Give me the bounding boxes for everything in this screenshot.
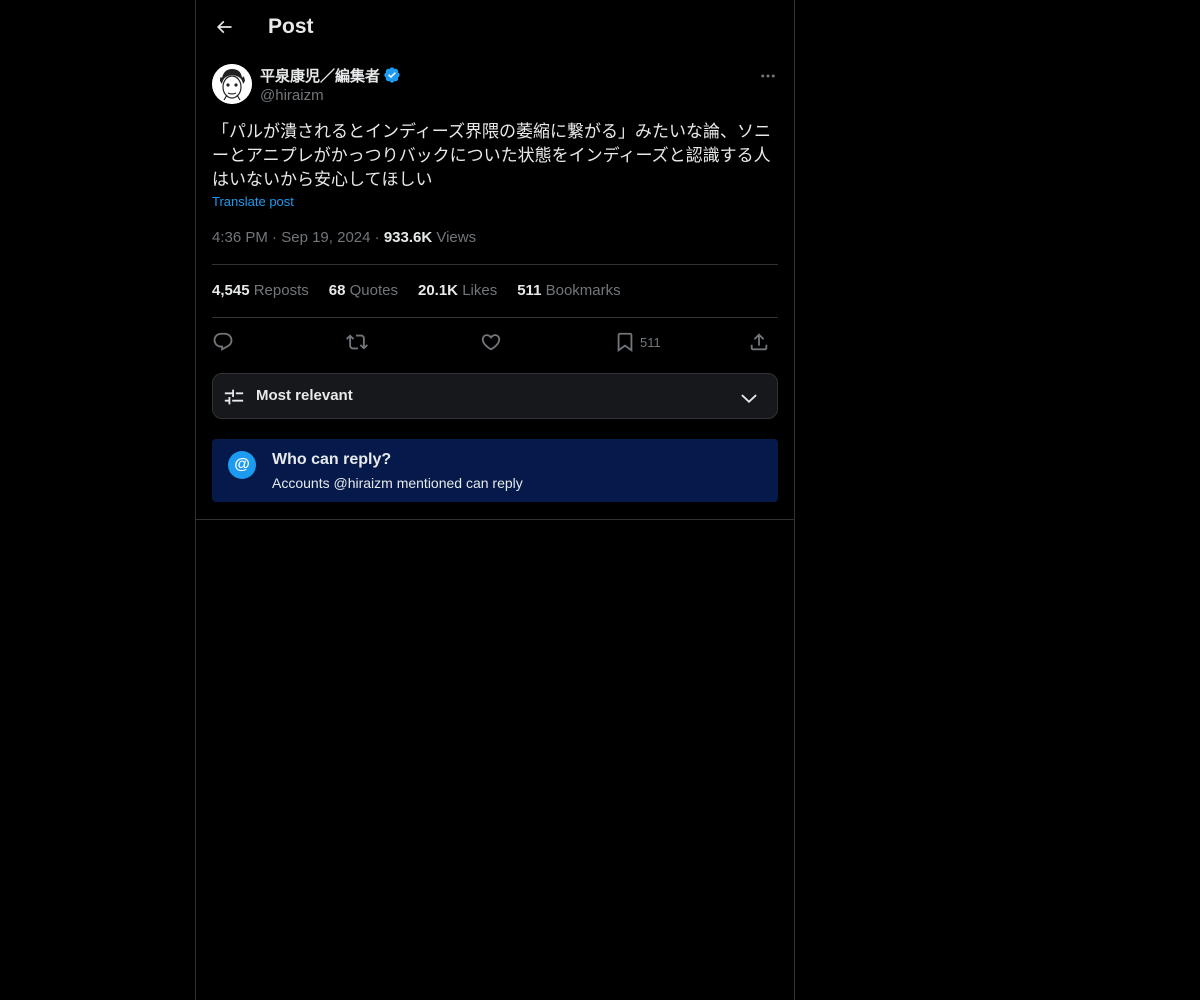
like-icon xyxy=(481,334,501,351)
main-column: Post 平泉康児／編集者 @hiraizm 「パルが潰されるとインディーズ界隈… xyxy=(195,0,795,1000)
more-horizontal-icon xyxy=(761,74,775,78)
bookmark-count: 511 xyxy=(640,334,661,350)
reposts-count: 4,545 xyxy=(212,282,250,299)
sort-replies-dropdown[interactable]: Most relevant xyxy=(212,373,778,419)
page-title: Post xyxy=(268,15,314,38)
reply-restriction-notice: @ Who can reply? Accounts @hiraizm menti… xyxy=(212,439,778,502)
bookmark-icon xyxy=(617,332,633,353)
display-name-row: 平泉康児／編集者 xyxy=(260,64,401,86)
quotes-count: 68 xyxy=(328,282,346,299)
translate-post-link[interactable]: Translate post xyxy=(212,194,294,209)
author-info: 平泉康児／編集者 @hiraizm xyxy=(260,64,401,106)
quotes-stat[interactable]: 68 Quotes xyxy=(329,282,398,299)
top-bar: Post xyxy=(196,0,794,54)
user-handle[interactable]: @hiraizm xyxy=(260,86,401,106)
post-text: 「パルが潰されるとインディーズ界隈の萎縮に繋がる」みたいな論、ソニーとアニプレが… xyxy=(212,122,771,189)
likes-stat[interactable]: 20.1K Likes xyxy=(418,282,497,299)
back-button[interactable] xyxy=(208,11,240,43)
repost-button[interactable] xyxy=(346,328,368,356)
like-button[interactable] xyxy=(480,328,502,356)
meta-separator: · xyxy=(272,229,282,246)
reposts-label: Reposts xyxy=(253,282,309,299)
action-bar: 511 xyxy=(212,328,778,356)
more-options-button[interactable] xyxy=(758,66,778,86)
share-button[interactable] xyxy=(748,328,770,356)
bookmarks-stat[interactable]: 511 Bookmarks xyxy=(517,282,620,299)
reply-icon xyxy=(213,332,233,351)
quotes-label: Quotes xyxy=(349,282,398,299)
post-stats: 4,545 Reposts 68 Quotes 20.1K Likes 511 … xyxy=(212,282,621,299)
likes-count: 20.1K xyxy=(417,282,459,299)
display-name[interactable]: 平泉康児／編集者 xyxy=(260,65,380,86)
reply-restriction-title: Who can reply? xyxy=(272,451,392,468)
views-count: 933.6K xyxy=(383,229,433,246)
bookmarks-label: Bookmarks xyxy=(545,282,621,299)
chevron-down-icon xyxy=(741,394,757,404)
sliders-icon xyxy=(224,389,244,405)
post-meta: 4:36 PM · Sep 19, 2024 · 933.6K Views xyxy=(212,229,476,246)
bookmark-button[interactable]: 511 xyxy=(614,328,661,356)
reply-restriction-description: Accounts @hiraizm mentioned can reply xyxy=(272,475,523,491)
post-time[interactable]: 4:36 PM xyxy=(212,229,268,246)
views-label: Views xyxy=(436,229,477,246)
share-icon xyxy=(750,333,768,351)
divider xyxy=(212,264,778,265)
sort-label: Most relevant xyxy=(256,387,353,404)
reply-button[interactable] xyxy=(212,328,234,356)
divider xyxy=(212,317,778,318)
avatar[interactable] xyxy=(212,64,252,104)
arrow-left-icon xyxy=(216,20,232,34)
post-date[interactable]: Sep 19, 2024 xyxy=(281,229,370,246)
reposts-stat[interactable]: 4,545 Reposts xyxy=(212,282,309,299)
bookmarks-count: 511 xyxy=(517,282,542,299)
avatar-illustration xyxy=(212,64,252,104)
verified-badge-icon[interactable] xyxy=(383,66,401,84)
section-divider xyxy=(196,519,794,520)
meta-separator: · xyxy=(374,229,384,246)
at-sign-icon: @ xyxy=(228,451,256,479)
repost-icon xyxy=(346,334,368,350)
likes-label: Likes xyxy=(462,282,498,299)
